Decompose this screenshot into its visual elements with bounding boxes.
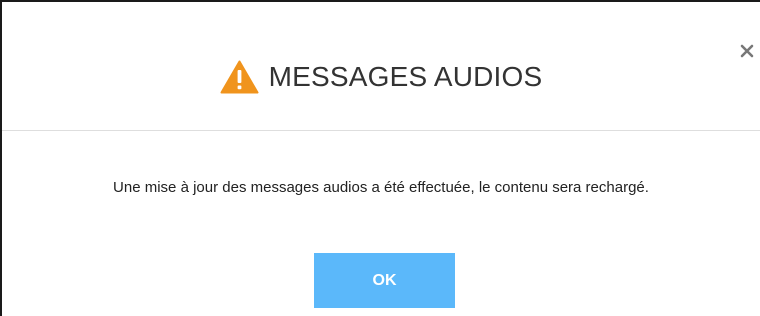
ok-button[interactable]: OK	[314, 253, 455, 308]
close-icon	[740, 44, 754, 58]
dialog-header: MESSAGES AUDIOS	[2, 2, 760, 131]
warning-triangle-icon	[220, 60, 259, 94]
dialog-title: MESSAGES AUDIOS	[268, 61, 543, 92]
dialog-title-row: MESSAGES AUDIOS	[2, 57, 760, 97]
dialog: MESSAGES AUDIOS Une mise à jour des mess…	[0, 0, 760, 316]
dialog-message: Une mise à jour des messages audios a ét…	[113, 179, 649, 196]
close-button[interactable]	[735, 39, 759, 63]
